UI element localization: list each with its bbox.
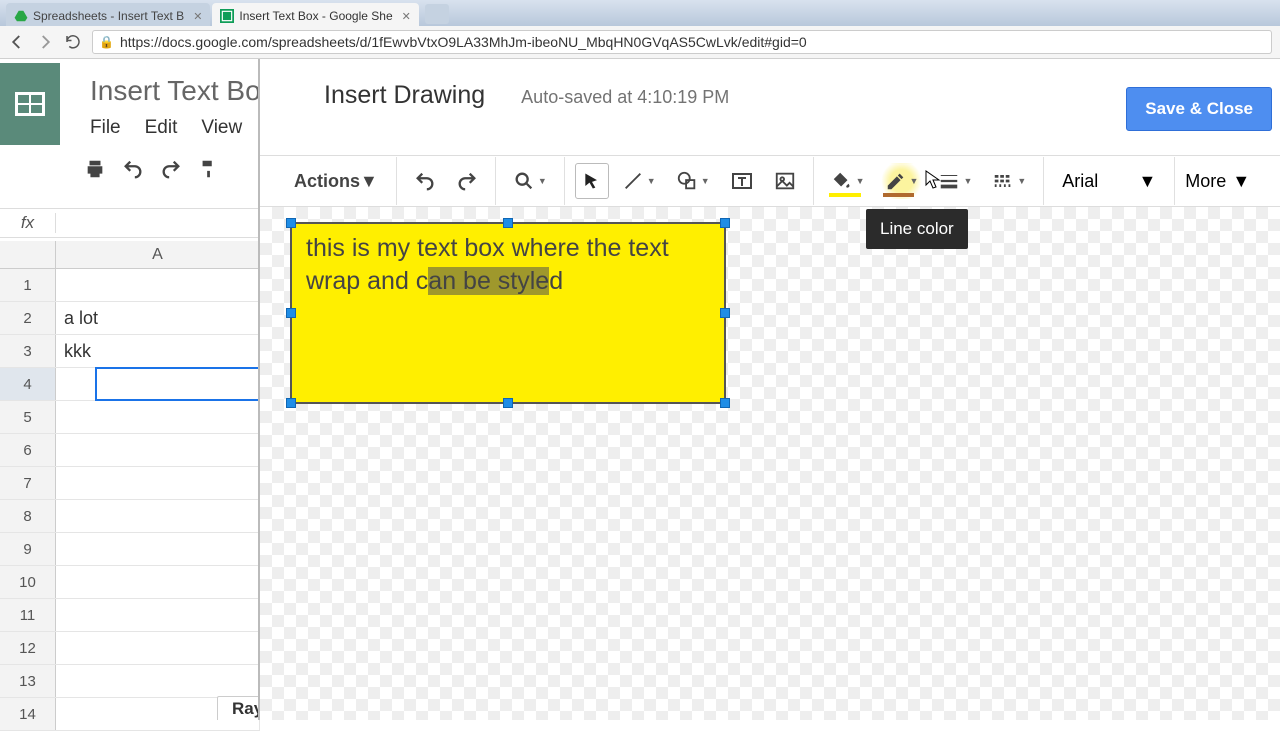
select-tool[interactable]	[575, 163, 609, 199]
row-header[interactable]: 1	[0, 269, 56, 301]
save-and-close-button[interactable]: Save & Close	[1126, 87, 1272, 131]
browser-address-bar: 🔒 https://docs.google.com/spreadsheets/d…	[0, 26, 1280, 59]
row-header[interactable]: 6	[0, 434, 56, 466]
browser-tab-inactive[interactable]: Spreadsheets - Insert Text B ✕	[6, 3, 210, 26]
column-header-a[interactable]: A	[56, 241, 260, 268]
cell[interactable]	[56, 566, 260, 598]
cell[interactable]	[56, 533, 260, 565]
line-tool[interactable]: ▼	[615, 163, 663, 199]
cell[interactable]	[56, 434, 260, 466]
fx-label: fx	[0, 213, 56, 233]
browser-tab-active[interactable]: Insert Text Box - Google She ✕	[212, 3, 418, 26]
row-header[interactable]: 12	[0, 632, 56, 664]
select-all-corner[interactable]	[0, 241, 56, 268]
menu-view[interactable]: View	[201, 117, 242, 139]
active-cell[interactable]	[96, 368, 260, 400]
drawing-canvas[interactable]: this is my text box where the text wrap …	[260, 207, 1280, 720]
line-dash-button[interactable]: ▼	[985, 163, 1033, 199]
sheets-logo[interactable]	[0, 63, 60, 145]
cell[interactable]	[56, 500, 260, 532]
image-tool[interactable]	[767, 163, 803, 199]
tab-title: Insert Text Box - Google She	[239, 9, 392, 23]
resize-handle[interactable]	[503, 398, 513, 408]
row-header[interactable]: 4	[0, 368, 56, 400]
row-header[interactable]: 5	[0, 401, 56, 433]
url-text: https://docs.google.com/spreadsheets/d/1…	[120, 34, 807, 50]
resize-handle[interactable]	[286, 398, 296, 408]
cell[interactable]	[56, 467, 260, 499]
drawing-title: Insert Drawing	[324, 81, 485, 110]
drawing-toolbar: Actions▼ ▼ ▼ ▼ ▼ ▼ ▼ ▼ Arial▼ More▼	[260, 155, 1280, 207]
cell[interactable]	[56, 269, 260, 301]
tab-close-icon[interactable]: ✕	[402, 10, 411, 23]
resize-handle[interactable]	[720, 398, 730, 408]
cell[interactable]	[56, 632, 260, 664]
new-tab-button[interactable]	[425, 4, 449, 24]
column-headers: A	[0, 241, 260, 269]
tab-title: Spreadsheets - Insert Text B	[33, 9, 184, 23]
textbox-tool[interactable]	[723, 163, 761, 199]
redo-icon[interactable]	[160, 158, 182, 180]
cell[interactable]	[56, 368, 96, 400]
formula-bar[interactable]: fx	[0, 208, 260, 238]
sheets-favicon	[220, 9, 234, 23]
cell[interactable]	[56, 599, 260, 631]
cell[interactable]	[56, 665, 260, 697]
row-header[interactable]: 10	[0, 566, 56, 598]
text-box-shape[interactable]: this is my text box where the text wrap …	[290, 222, 726, 404]
row-header[interactable]: 8	[0, 500, 56, 532]
fill-color-button[interactable]: ▼	[824, 163, 872, 199]
tab-close-icon[interactable]: ✕	[193, 10, 202, 23]
line-weight-button[interactable]: ▼	[931, 163, 979, 199]
url-input[interactable]: 🔒 https://docs.google.com/spreadsheets/d…	[92, 30, 1272, 54]
sheets-toolbar	[84, 158, 220, 180]
paint-format-icon[interactable]	[198, 158, 220, 180]
actions-menu[interactable]: Actions▼	[286, 171, 386, 192]
menu-file[interactable]: File	[90, 117, 121, 139]
spreadsheet-rows: 1 2a lot 3kkk 4 5 6 7 8 9 10 11 12 13 14	[0, 269, 260, 731]
font-selector[interactable]: Arial▼	[1054, 171, 1164, 192]
resize-handle[interactable]	[720, 308, 730, 318]
drawing-header: Insert Drawing Auto-saved at 4:10:19 PM	[324, 81, 729, 110]
line-color-button[interactable]: ▼	[878, 163, 926, 199]
row-header[interactable]: 3	[0, 335, 56, 367]
row-header[interactable]: 11	[0, 599, 56, 631]
menu-bar: File Edit View	[90, 117, 242, 139]
menu-edit[interactable]: Edit	[145, 117, 178, 139]
cell[interactable]	[56, 401, 260, 433]
textbox-text[interactable]: this is my text box where the text wrap …	[306, 234, 669, 295]
lock-icon: 🔒	[99, 35, 114, 49]
print-icon[interactable]	[84, 158, 106, 180]
zoom-button[interactable]: ▼	[506, 163, 554, 199]
undo-icon[interactable]	[122, 158, 144, 180]
browser-tab-strip: Spreadsheets - Insert Text B ✕ Insert Te…	[0, 0, 1280, 26]
back-button[interactable]	[8, 33, 26, 51]
forward-button[interactable]	[36, 33, 54, 51]
reload-button[interactable]	[64, 33, 82, 51]
sheets-logo-icon	[15, 92, 45, 116]
cell[interactable]: a lot	[56, 302, 260, 334]
redo-button[interactable]	[449, 163, 485, 199]
drive-favicon	[14, 9, 28, 23]
resize-handle[interactable]	[720, 218, 730, 228]
shape-tool[interactable]: ▼	[669, 163, 717, 199]
cell[interactable]: kkk	[56, 335, 260, 367]
resize-handle[interactable]	[286, 218, 296, 228]
more-button[interactable]: More▼	[1185, 171, 1250, 192]
row-header[interactable]: 9	[0, 533, 56, 565]
row-header[interactable]: 13	[0, 665, 56, 697]
document-title[interactable]: Insert Text Bo	[90, 75, 261, 107]
resize-handle[interactable]	[503, 218, 513, 228]
autosave-status: Auto-saved at 4:10:19 PM	[521, 87, 729, 108]
resize-handle[interactable]	[286, 308, 296, 318]
row-header[interactable]: 7	[0, 467, 56, 499]
row-header[interactable]: 2	[0, 302, 56, 334]
row-header[interactable]: 14	[0, 698, 56, 730]
drawing-dialog: Insert Drawing Auto-saved at 4:10:19 PM …	[258, 59, 1280, 720]
selected-text: an be style	[428, 267, 549, 295]
undo-button[interactable]	[407, 163, 443, 199]
tooltip: Line color	[866, 209, 968, 249]
